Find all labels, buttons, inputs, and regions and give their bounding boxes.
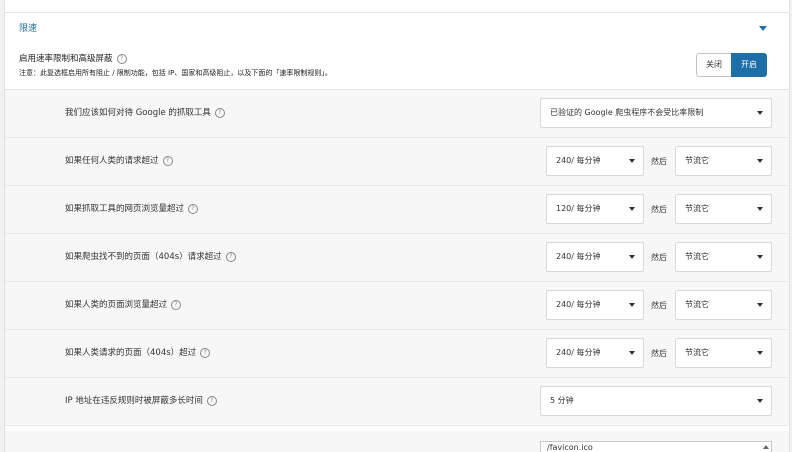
dropdown-arrow-icon — [757, 303, 763, 307]
dropdown-arrow-icon — [757, 399, 763, 403]
action-select[interactable]: 节流它 — [675, 242, 772, 272]
dropdown-arrow-icon — [757, 207, 763, 211]
rate-select[interactable]: 120/ 每分钟 — [546, 194, 644, 224]
action-select[interactable]: 节流它 — [675, 338, 772, 368]
dropdown-arrow-icon — [629, 159, 635, 163]
help-icon[interactable]: ? — [116, 53, 127, 64]
toggle-off-button[interactable]: 关闭 — [696, 53, 731, 77]
collapse-chevron-icon[interactable] — [759, 26, 767, 31]
help-icon[interactable]: ? — [162, 155, 173, 166]
rule-label: 如果人类请求的页面（404s）超过? — [65, 330, 211, 377]
then-label: 然后 — [651, 301, 667, 310]
action-select[interactable]: 节流它 — [675, 290, 772, 320]
enable-rate-limit-label: 启用速率限制和高级屏蔽? — [19, 52, 127, 64]
rate-rules-list: 我们应该如何对待 Google 的抓取工具? 已验证的 Google 爬虫程序不… — [5, 90, 789, 426]
rate-limit-section-header[interactable]: 限速 — [5, 12, 789, 44]
rule-row-human-pageviews: 如果人类的页面浏览量超过? 240/ 每分钟 然后 节流它 — [5, 282, 789, 330]
rate-limit-toggle[interactable]: 关闭 开启 — [696, 53, 767, 77]
dropdown-arrow-icon — [629, 351, 635, 355]
toggle-on-button[interactable]: 开启 — [731, 53, 767, 77]
rule-label: 如果任何人类的请求超过? — [65, 138, 173, 185]
rule-row-human-requests: 如果任何人类的请求超过? 240/ 每分钟 然后 节流它 — [5, 138, 789, 186]
rule-label: 我们应该如何对待 Google 的抓取工具? — [65, 90, 225, 137]
dropdown-arrow-icon — [757, 351, 763, 355]
then-label: 然后 — [651, 157, 667, 166]
action-select[interactable]: 节流它 — [675, 146, 772, 176]
action-select[interactable]: 节流它 — [675, 194, 772, 224]
rule-row-human-404s: 如果人类请求的页面（404s）超过? 240/ 每分钟 然后 节流它 — [5, 330, 789, 378]
help-icon[interactable]: ? — [171, 299, 182, 310]
dropdown-arrow-icon — [757, 159, 763, 163]
help-icon[interactable]: ? — [225, 251, 236, 262]
block-duration-select[interactable]: 5 分钟 — [540, 386, 772, 416]
dropdown-arrow-icon — [629, 255, 635, 259]
help-icon[interactable]: ? — [200, 347, 211, 358]
help-icon[interactable]: ? — [188, 203, 199, 214]
rule-row-block-duration: IP 地址在违反规则时被屏蔽多长时间? 5 分钟 — [5, 378, 789, 426]
dropdown-arrow-icon — [757, 255, 763, 259]
help-icon[interactable]: ? — [206, 395, 217, 406]
then-label: 然后 — [651, 205, 667, 214]
rate-select[interactable]: 240/ 每分钟 — [546, 242, 644, 272]
rate-select[interactable]: 240/ 每分钟 — [546, 290, 644, 320]
rate-select[interactable]: 240/ 每分钟 — [546, 338, 644, 368]
rule-label: 如果爬虫找不到的页面（404s）请求超过? — [65, 234, 236, 281]
rate-select[interactable]: 240/ 每分钟 — [546, 146, 644, 176]
then-label: 然后 — [651, 253, 667, 262]
rule-row-crawler-404s: 如果爬虫找不到的页面（404s）请求超过? 240/ 每分钟 然后 节流它 — [5, 234, 789, 282]
then-label: 然后 — [651, 349, 667, 358]
settings-panel: 限速 启用速率限制和高级屏蔽? 注意：此复选框启用所有阻止 / 限制功能，包括 … — [4, 0, 790, 452]
allowlist-textarea[interactable]: /favicon.ico — [540, 441, 772, 452]
rule-label: 如果抓取工具的网页浏览量超过? — [65, 186, 199, 233]
section-title: 限速 — [19, 24, 38, 34]
help-icon[interactable]: ? — [214, 107, 225, 118]
dropdown-arrow-icon — [629, 207, 635, 211]
rule-label: IP 地址在违反规则时被屏蔽多长时间? — [65, 378, 217, 425]
rule-row-crawler-pageviews: 如果抓取工具的网页浏览量超过? 120/ 每分钟 然后 节流它 — [5, 186, 789, 234]
allowlist-row: /favicon.ico — [5, 431, 789, 452]
enable-rate-limit-note: 注意：此复选框启用所有阻止 / 限制功能，包括 IP、国家和高级阻止，以及下面的… — [19, 69, 332, 77]
dropdown-arrow-icon — [757, 111, 763, 115]
scroll-up-icon[interactable] — [763, 445, 769, 449]
rule-label: 如果人类的页面浏览量超过? — [65, 282, 182, 329]
dropdown-arrow-icon — [629, 303, 635, 307]
rule-row-google: 我们应该如何对待 Google 的抓取工具? 已验证的 Google 爬虫程序不… — [5, 90, 789, 138]
google-crawler-select[interactable]: 已验证的 Google 爬虫程序不会受比率限制 — [540, 98, 772, 128]
enable-rate-limit-row: 启用速率限制和高级屏蔽? 注意：此复选框启用所有阻止 / 限制功能，包括 IP、… — [5, 43, 789, 90]
